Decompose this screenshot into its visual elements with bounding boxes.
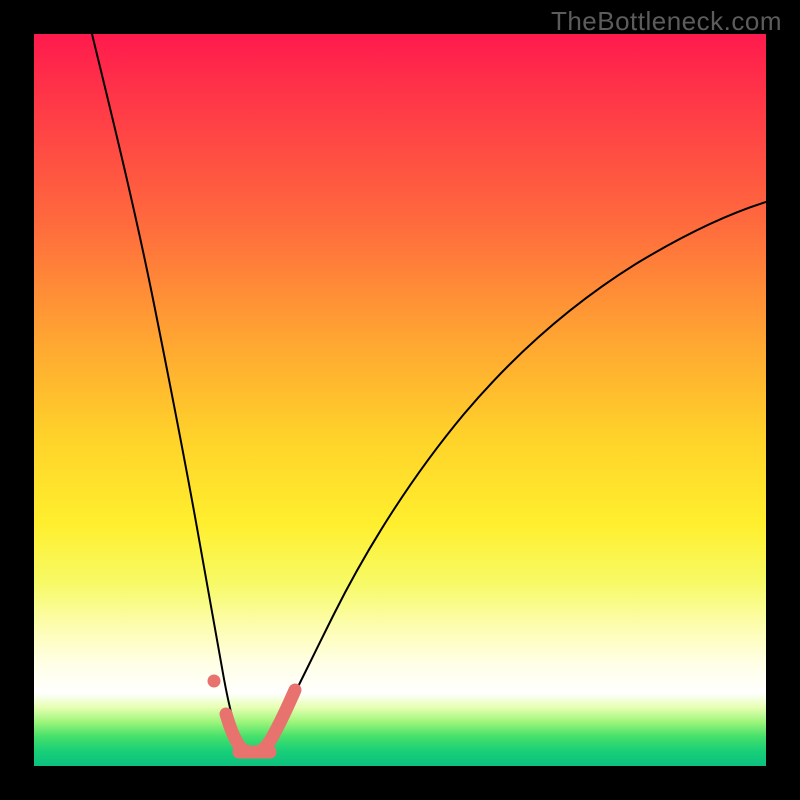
highlight-dot [208,675,221,688]
curve-right-branch [253,202,766,752]
curve-left-branch [92,34,253,752]
chart-frame: TheBottleneck.com [0,0,800,800]
plot-area [34,34,766,766]
highlight-right-segment [256,690,295,752]
curve-layer [34,34,766,766]
watermark-text: TheBottleneck.com [551,6,782,37]
